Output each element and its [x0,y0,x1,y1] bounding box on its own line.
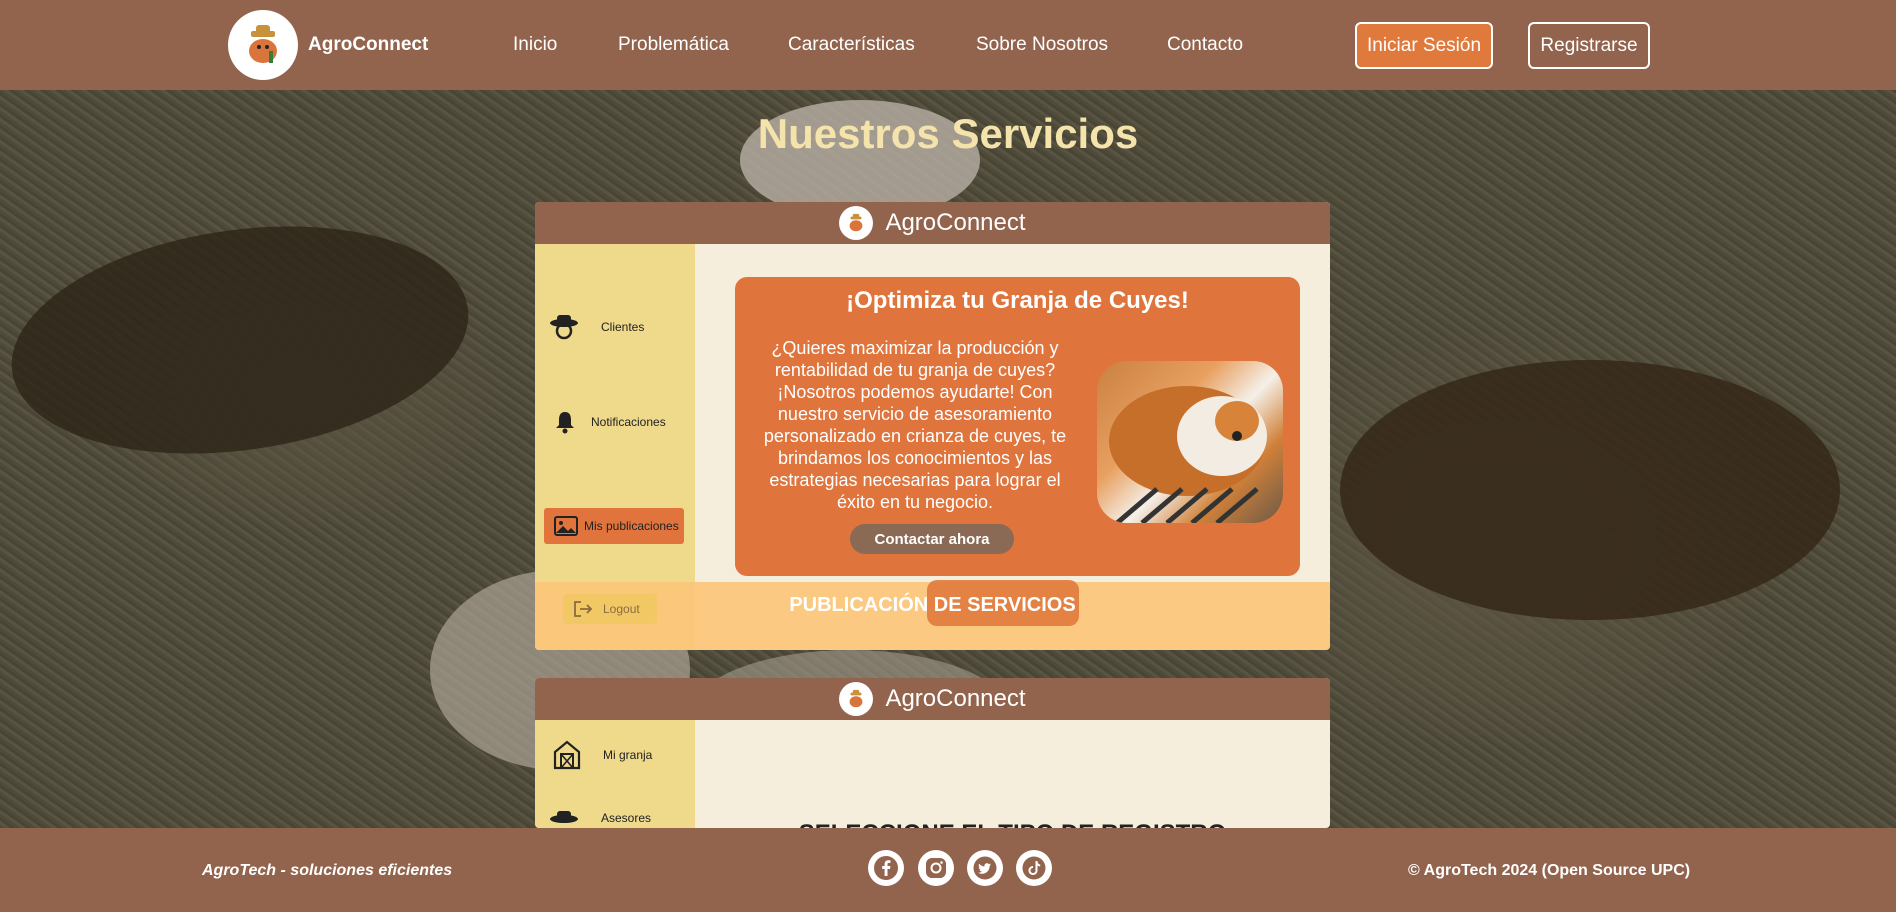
register-button[interactable]: Registrarse [1528,22,1650,69]
image-icon [554,516,578,536]
logout-button[interactable]: Logout [563,594,657,624]
twitter-icon[interactable] [967,850,1003,886]
sidebar-item-mis-publicaciones[interactable]: Mis publicaciones [544,508,684,544]
sidebar-item-label: Mi granja [603,748,653,762]
nav-sobre-nosotros[interactable]: Sobre Nosotros [976,34,1108,56]
sidebar-item-label: Mis publicaciones [584,519,679,533]
promo-title: ¡Optimiza tu Granja de Cuyes! [846,287,1189,314]
farmer-guinea-pig-icon [850,213,863,232]
nav-caracteristicas[interactable]: Características [788,34,915,56]
nav-problematica[interactable]: Problemática [618,34,729,56]
facebook-icon[interactable] [868,850,904,886]
sidebar-item-clientes[interactable]: Clientes [535,312,695,342]
card-header: AgroConnect [535,202,1330,244]
section-title: Nuestros Servicios [757,110,1139,157]
sidebar-item-label: Asesores [601,811,652,825]
card-logo [839,206,874,240]
farmer-hat-icon [550,811,578,823]
brand-name[interactable]: AgroConnect [308,34,428,56]
sidebar-item-label: Notificaciones [591,415,666,429]
tiktok-icon[interactable] [1016,850,1052,886]
instagram-icon[interactable] [918,850,954,886]
farmer-guinea-pig-icon [249,25,277,63]
footer-copyright: © AgroTech 2024 (Open Source UPC) [1408,862,1691,879]
logout-icon [574,601,593,617]
guinea-pig-image [1097,361,1283,523]
register-type-card: AgroConnect Mi granja Asesores SELECCION… [535,678,1330,828]
sidebar-item-mi-granja[interactable]: Mi granja [535,740,695,770]
farmer-guinea-pig-icon [850,689,863,708]
contact-now-button[interactable]: Contactar ahora [850,524,1014,554]
logout-label: Logout [603,602,640,616]
footer-tagline: AgroTech - soluciones eficientes [202,862,453,879]
farmer-hat-icon [550,315,578,340]
footer: AgroTech - soluciones eficientes © AgroT… [0,828,1896,912]
promo-text: ¿Quieres maximizar la producción y renta… [763,338,1067,512]
nav-inicio[interactable]: Inicio [513,34,557,56]
nav-contacto[interactable]: Contacto [1167,34,1243,56]
login-button[interactable]: Iniciar Sesión [1355,22,1493,69]
sidebar-item-asesores[interactable]: Asesores [535,808,695,828]
sidebar-item-label: Clientes [601,320,645,334]
card-brand: AgroConnect [885,685,1026,712]
service-preview-card: AgroConnect Clientes Notificaciones Mis … [535,202,1330,650]
sidebar-item-notificaciones[interactable]: Notificaciones [535,410,695,434]
register-type-heading: SELECCIONE EL TIPO DE REGISTRO [695,820,1330,828]
card-sidebar: Mi granja Asesores [535,720,695,828]
card-header: AgroConnect [535,678,1330,720]
brand-logo[interactable] [228,10,298,80]
top-navbar: AgroConnect Inicio Problemática Caracter… [0,0,1896,90]
barn-icon [553,740,581,770]
card-brand: AgroConnect [885,209,1026,236]
card-logo [839,682,874,716]
bell-icon [556,412,574,434]
promo-banner: ¡Optimiza tu Granja de Cuyes! ¿Quieres m… [735,277,1300,576]
